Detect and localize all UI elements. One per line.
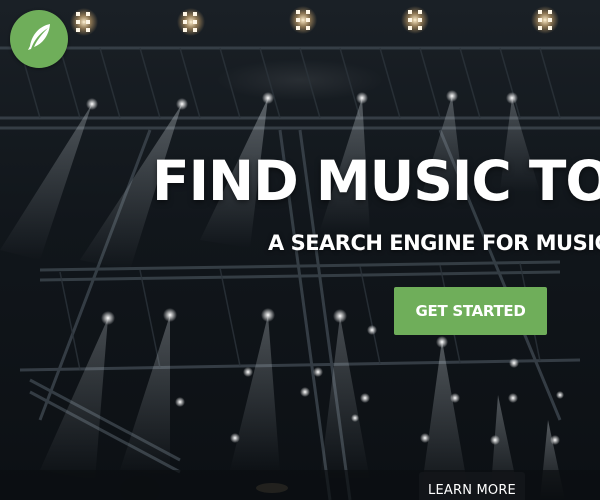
hero-subheadline: A SEARCH ENGINE FOR MUSIC LICE (268, 231, 600, 255)
feather-icon (22, 20, 56, 59)
hero-section: FIND MUSIC TO IN A SEARCH ENGINE FOR MUS… (0, 0, 600, 500)
learn-more-button[interactable]: LEARN MORE (419, 472, 525, 500)
logo[interactable] (10, 10, 68, 68)
hero-headline: FIND MUSIC TO IN (152, 149, 600, 213)
get-started-button[interactable]: GET STARTED (394, 287, 547, 335)
